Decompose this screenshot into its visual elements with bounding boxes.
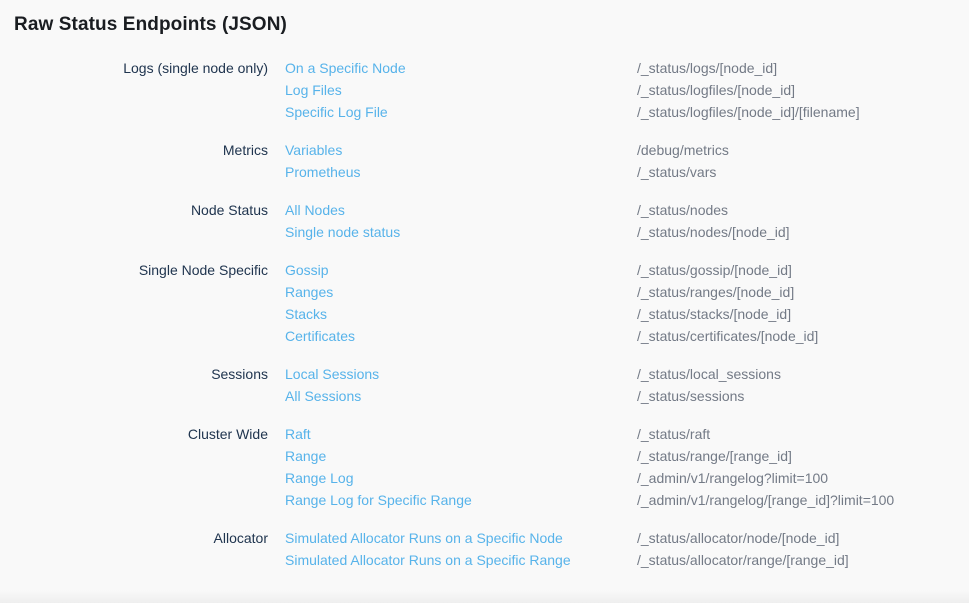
endpoint-group: Node StatusAll Nodes/_status/nodesSingle… (14, 199, 955, 243)
endpoint-path: /_status/gossip/[node_id] (637, 259, 792, 281)
endpoint-link[interactable]: Variables (285, 139, 637, 161)
raw-status-endpoints-section: Raw Status Endpoints (JSON) Logs (single… (0, 0, 969, 571)
endpoint-group: Cluster WideRaft/_status/raftRange/_stat… (14, 423, 955, 511)
endpoint-group: AllocatorSimulated Allocator Runs on a S… (14, 527, 955, 571)
endpoint-link[interactable]: Certificates (285, 325, 637, 347)
endpoint-link[interactable]: Simulated Allocator Runs on a Specific R… (285, 549, 637, 571)
endpoint-group-rows: Raft/_status/raftRange/_status/range/[ra… (285, 423, 955, 511)
endpoint-path: /_status/local_sessions (637, 363, 781, 385)
endpoint-path: /_status/range/[range_id] (637, 445, 792, 467)
endpoint-group: Logs (single node only)On a Specific Nod… (14, 57, 955, 123)
endpoint-row: Variables/debug/metrics (285, 139, 955, 161)
endpoint-path: /_status/stacks/[node_id] (637, 303, 791, 325)
endpoint-link[interactable]: On a Specific Node (285, 57, 637, 79)
endpoint-link[interactable]: Log Files (285, 79, 637, 101)
endpoint-link[interactable]: Simulated Allocator Runs on a Specific N… (285, 527, 637, 549)
endpoint-group-rows: Local Sessions/_status/local_sessionsAll… (285, 363, 955, 407)
endpoint-link[interactable]: Raft (285, 423, 637, 445)
endpoint-row: All Nodes/_status/nodes (285, 199, 955, 221)
endpoint-group-label: Single Node Specific (14, 259, 285, 347)
endpoint-link[interactable]: Stacks (285, 303, 637, 325)
endpoint-row: Log Files/_status/logfiles/[node_id] (285, 79, 955, 101)
endpoint-path: /_status/raft (637, 423, 710, 445)
endpoint-path: /_status/sessions (637, 385, 744, 407)
endpoint-group: SessionsLocal Sessions/_status/local_ses… (14, 363, 955, 407)
endpoint-link[interactable]: Range Log (285, 467, 637, 489)
endpoint-link[interactable]: Gossip (285, 259, 637, 281)
endpoint-path: /_admin/v1/rangelog/[range_id]?limit=100 (637, 489, 894, 511)
endpoint-link[interactable]: Ranges (285, 281, 637, 303)
endpoint-row: Single node status/_status/nodes/[node_i… (285, 221, 955, 243)
endpoint-row: On a Specific Node/_status/logs/[node_id… (285, 57, 955, 79)
endpoint-link[interactable]: All Sessions (285, 385, 637, 407)
endpoint-row: Prometheus/_status/vars (285, 161, 955, 183)
endpoint-group-rows: On a Specific Node/_status/logs/[node_id… (285, 57, 955, 123)
endpoint-groups: Logs (single node only)On a Specific Nod… (14, 57, 955, 571)
endpoint-path: /_status/certificates/[node_id] (637, 325, 818, 347)
endpoint-row: Range Log for Specific Range/_admin/v1/r… (285, 489, 955, 511)
endpoint-link[interactable]: Single node status (285, 221, 637, 243)
endpoint-path: /_status/ranges/[node_id] (637, 281, 794, 303)
endpoint-group-label: Allocator (14, 527, 285, 571)
endpoint-group-label: Sessions (14, 363, 285, 407)
endpoint-group-rows: Simulated Allocator Runs on a Specific N… (285, 527, 955, 571)
bottom-shade-divider (0, 590, 969, 603)
endpoint-link[interactable]: Prometheus (285, 161, 637, 183)
endpoint-row: Local Sessions/_status/local_sessions (285, 363, 955, 385)
endpoint-group-rows: All Nodes/_status/nodesSingle node statu… (285, 199, 955, 243)
endpoint-link[interactable]: Local Sessions (285, 363, 637, 385)
endpoint-row: Raft/_status/raft (285, 423, 955, 445)
endpoint-link[interactable]: Range Log for Specific Range (285, 489, 637, 511)
endpoint-row: Range Log/_admin/v1/rangelog?limit=100 (285, 467, 955, 489)
endpoint-link[interactable]: All Nodes (285, 199, 637, 221)
endpoint-group: Single Node SpecificGossip/_status/gossi… (14, 259, 955, 347)
endpoint-path: /_status/nodes/[node_id] (637, 221, 790, 243)
endpoint-row: Stacks/_status/stacks/[node_id] (285, 303, 955, 325)
endpoint-path: /debug/metrics (637, 139, 729, 161)
endpoint-path: /_status/logfiles/[node_id] (637, 79, 795, 101)
endpoint-row: Simulated Allocator Runs on a Specific R… (285, 549, 955, 571)
endpoint-row: Specific Log File/_status/logfiles/[node… (285, 101, 955, 123)
endpoint-row: All Sessions/_status/sessions (285, 385, 955, 407)
endpoint-group-label: Node Status (14, 199, 285, 243)
page: { "page": { "title": "Raw Status Endpoin… (0, 0, 969, 603)
endpoint-path: /_admin/v1/rangelog?limit=100 (637, 467, 828, 489)
endpoint-path: /_status/logfiles/[node_id]/[filename] (637, 101, 860, 123)
endpoint-group-label: Metrics (14, 139, 285, 183)
endpoint-row: Gossip/_status/gossip/[node_id] (285, 259, 955, 281)
endpoint-row: Ranges/_status/ranges/[node_id] (285, 281, 955, 303)
endpoint-row: Range/_status/range/[range_id] (285, 445, 955, 467)
endpoint-path: /_status/allocator/range/[range_id] (637, 549, 849, 571)
endpoint-group-rows: Gossip/_status/gossip/[node_id]Ranges/_s… (285, 259, 955, 347)
endpoint-path: /_status/allocator/node/[node_id] (637, 527, 839, 549)
page-title: Raw Status Endpoints (JSON) (14, 13, 955, 36)
endpoint-path: /_status/logs/[node_id] (637, 57, 777, 79)
endpoint-path: /_status/vars (637, 161, 716, 183)
endpoint-link[interactable]: Range (285, 445, 637, 467)
endpoint-row: Certificates/_status/certificates/[node_… (285, 325, 955, 347)
endpoint-group-rows: Variables/debug/metricsPrometheus/_statu… (285, 139, 955, 183)
endpoint-link[interactable]: Specific Log File (285, 101, 637, 123)
endpoint-group: MetricsVariables/debug/metricsPrometheus… (14, 139, 955, 183)
endpoint-group-label: Cluster Wide (14, 423, 285, 511)
endpoint-group-label: Logs (single node only) (14, 57, 285, 123)
endpoint-row: Simulated Allocator Runs on a Specific N… (285, 527, 955, 549)
endpoint-path: /_status/nodes (637, 199, 728, 221)
